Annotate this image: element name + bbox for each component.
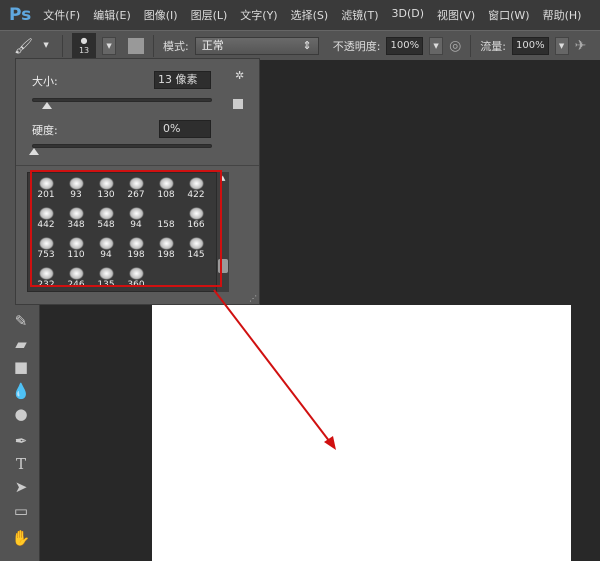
annotation-arrow [213,289,336,450]
